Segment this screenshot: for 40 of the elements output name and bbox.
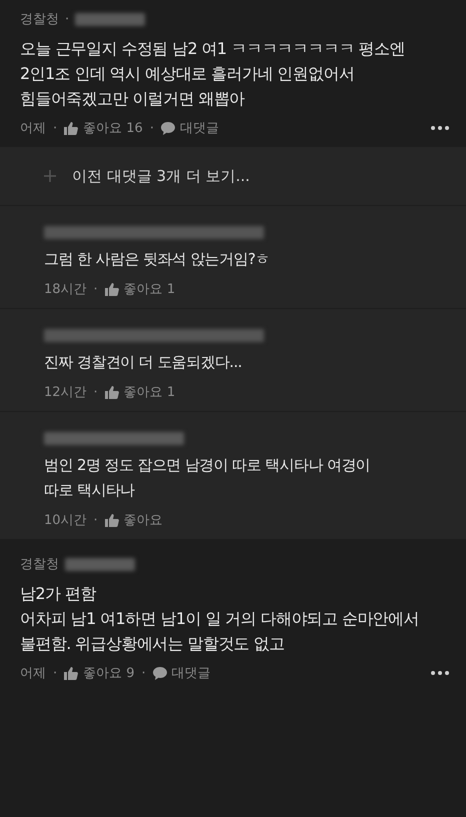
thumbs-up-icon xyxy=(104,386,119,398)
like-button[interactable]: 좋아요 1 xyxy=(104,280,176,298)
plus-icon xyxy=(44,170,56,182)
author-name: 경찰청 xyxy=(20,556,59,573)
blurred-name xyxy=(75,12,146,26)
load-more-replies-link[interactable]: 이전 대댓글 3개 더 보기... xyxy=(72,166,250,186)
speech-bubble-icon xyxy=(160,122,175,134)
thumbs-up-icon xyxy=(104,282,119,296)
reply-button[interactable]: 대댓글 xyxy=(160,119,219,137)
separator-dot: · xyxy=(94,512,98,528)
separator-dot: · xyxy=(94,282,98,296)
reply-text: 그럼 한 사람은 뒷좌석 앉는거임?ㅎ xyxy=(44,249,271,270)
separator-dot: · xyxy=(53,120,58,136)
separator-dot: · xyxy=(65,12,70,26)
like-button[interactable]: 좋아요 xyxy=(104,511,163,529)
like-button[interactable]: 좋아요 9 xyxy=(64,664,135,682)
separator-dot: · xyxy=(53,666,58,680)
timestamp: 10시간 xyxy=(44,512,87,529)
timestamp: 어제 xyxy=(20,665,46,682)
speech-bubble-icon xyxy=(152,666,167,680)
timestamp: 18시간 xyxy=(44,281,87,298)
thumbs-up-icon xyxy=(64,666,78,680)
more-options-icon[interactable] xyxy=(430,125,450,131)
timestamp: 어제 xyxy=(20,120,46,137)
author-name: 경찰청 xyxy=(20,11,59,28)
separator-dot: · xyxy=(150,120,154,136)
reply-text: 범인 2명 정도 잡으면 남경이 따로 택시타나 여경이 따로 택시타나 xyxy=(44,455,372,501)
like-button[interactable]: 좋아요 16 xyxy=(64,119,143,137)
separator-dot: · xyxy=(142,666,146,680)
blurred-name xyxy=(65,558,135,570)
thumbs-up-icon xyxy=(104,514,119,526)
separator-dot: · xyxy=(94,384,98,400)
reply-button[interactable]: 대댓글 xyxy=(152,664,211,682)
comment-text: 오늘 근무일지 수정됨 남2 여1 ㅋㅋㅋㅋㅋㅋㅋㅋ 평소엔 2인1조 인데 역시 예상대로 흘러가네 인원없어서 힘들어죽겠고만 이럴거면 왜뽑아 xyxy=(20,38,406,110)
comment-text: 남2가 편함 어차피 남1 여1하면 남1이 일 거의 다해야되고 순마안에서 불편함. 위급상황에서는 말할것도 없고 xyxy=(20,583,420,655)
reply-text: 진짜 경찰견이 더 도움되겠다... xyxy=(44,352,243,373)
thumbs-up-icon xyxy=(64,122,78,134)
like-button[interactable]: 좋아요 1 xyxy=(104,383,176,401)
more-options-icon[interactable] xyxy=(430,670,450,676)
timestamp: 12시간 xyxy=(44,384,87,401)
